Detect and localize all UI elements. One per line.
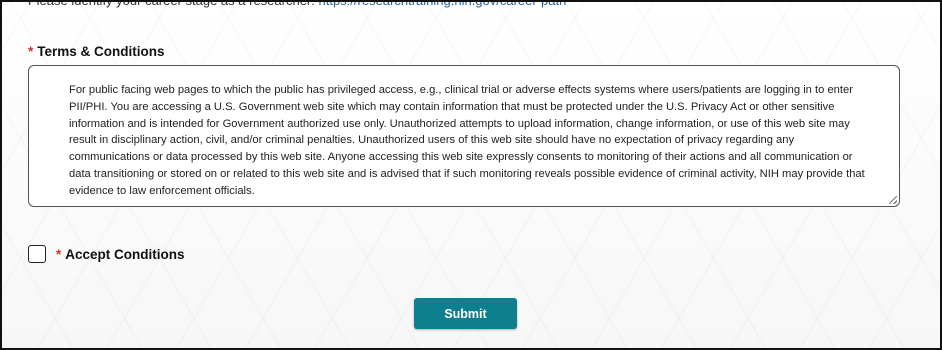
career-path-link[interactable]: https://researchtraining.nih.gov/career-… (319, 2, 567, 8)
required-marker: * (56, 246, 62, 262)
terms-heading: * Terms & Conditions (28, 44, 165, 59)
career-stage-note: Please identify your career stage as a r… (28, 0, 567, 8)
form-panel: Please identify your career stage as a r… (0, 0, 942, 350)
resize-handle-icon[interactable] (889, 196, 897, 204)
accept-conditions-row: * Accept Conditions (28, 245, 185, 263)
terms-text: For public facing web pages to which the… (69, 84, 865, 197)
accept-conditions-text: Accept Conditions (65, 246, 185, 262)
required-marker: * (28, 44, 34, 59)
terms-label: Terms & Conditions (37, 44, 165, 59)
accept-conditions-label: * Accept Conditions (56, 247, 185, 262)
career-stage-text: Please identify your career stage as a r… (28, 0, 315, 8)
submit-button[interactable]: Submit (414, 298, 517, 329)
accept-conditions-checkbox[interactable] (28, 245, 46, 263)
terms-textarea[interactable]: For public facing web pages to which the… (28, 65, 900, 207)
